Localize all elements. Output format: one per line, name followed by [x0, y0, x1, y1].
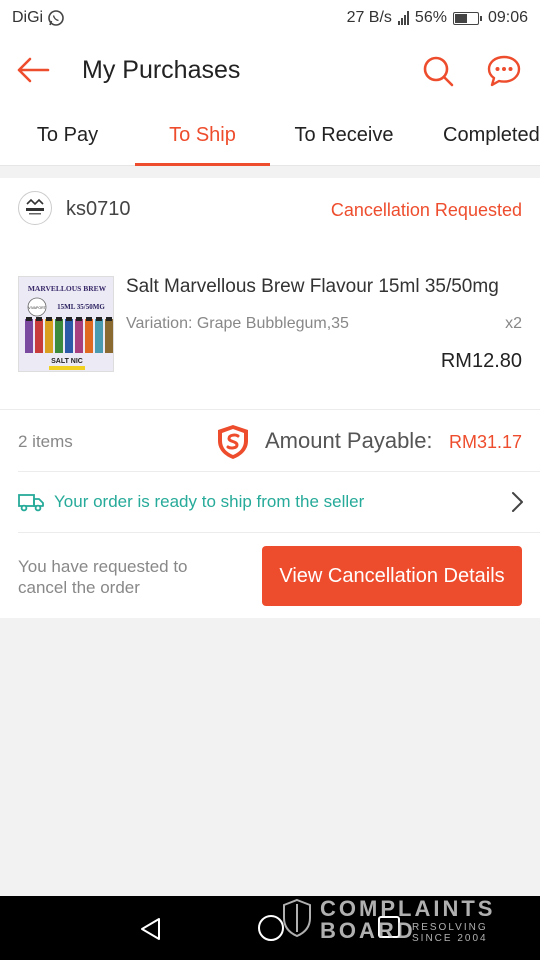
shop-logo-icon — [26, 198, 44, 215]
app-header: My Purchases — [0, 36, 540, 104]
carrier-label: DiGi — [12, 9, 44, 26]
signal-icon — [397, 11, 409, 25]
truck-icon — [18, 494, 44, 512]
product-image: MARVELLOUS BREW VIVAPORT 15ML 35/50MG SA… — [18, 276, 114, 372]
product-quantity: x2 — [505, 315, 522, 332]
shopee-guarantee-shield-icon — [218, 425, 248, 459]
page-title: My Purchases — [82, 56, 241, 84]
battery-percent: 56% — [414, 9, 447, 26]
search-icon — [423, 56, 454, 87]
shop-row[interactable]: ks0710 Cancellation Requested — [0, 178, 540, 242]
shipping-status-row[interactable]: Your order is ready to ship from the sel… — [0, 474, 540, 532]
whatsapp-icon — [48, 10, 64, 26]
search-button[interactable] — [418, 51, 458, 91]
chat-button[interactable] — [484, 51, 524, 91]
watermark-line2: BOARD — [320, 918, 416, 943]
chevron-right-icon — [512, 492, 523, 512]
watermark-line3: RESOLVING SINCE 2004 — [412, 922, 488, 944]
product-thumbnail-art: MARVELLOUS BREW VIVAPORT 15ML 35/50MG SA… — [19, 277, 113, 371]
back-button[interactable] — [14, 51, 52, 89]
arrow-left-icon — [17, 57, 50, 83]
active-tab-indicator — [135, 163, 270, 166]
items-count: 2 items — [18, 432, 73, 451]
status-bar: DiGi 27 B/s 56% 09:06 — [0, 0, 540, 36]
shipping-status-text: Your order is ready to ship from the sel… — [54, 492, 365, 511]
order-status: Cancellation Requested — [330, 200, 522, 220]
divider — [18, 471, 540, 472]
order-tabs: To Pay To Ship To Receive Completed — [0, 104, 540, 166]
product-name: Salt Marvellous Brew Flavour 15ml 35/50m… — [126, 276, 499, 297]
amount-payable-value: RM31.17 — [448, 432, 522, 452]
clock: 09:06 — [487, 9, 528, 26]
status-right: 27 B/s 56% 09:06 — [347, 9, 528, 27]
thumb-type: SALT NIC — [51, 358, 83, 365]
thumb-brand: MARVELLOUS BREW — [28, 284, 107, 293]
cancel-row: You have requested to cancel the order V… — [0, 534, 540, 614]
shop-name: ks0710 — [66, 198, 131, 220]
chat-icon — [487, 55, 521, 87]
tab-to-receive[interactable]: To Receive — [270, 104, 418, 166]
nav-home-icon[interactable] — [258, 915, 284, 941]
product-variation: Variation: Grape Bubblegum,35 — [126, 315, 349, 332]
thumb-size: 15ML 35/50MG — [57, 303, 105, 311]
product-row[interactable]: MARVELLOUS BREW VIVAPORT 15ML 35/50MG SA… — [0, 262, 540, 392]
watermark-shield-icon — [283, 898, 311, 938]
divider — [18, 532, 540, 533]
cancel-note: You have requested to cancel the order — [18, 557, 188, 597]
shop-logo — [18, 191, 52, 225]
view-cancellation-details-button[interactable]: View Cancellation Details — [262, 546, 522, 606]
status-left: DiGi — [12, 9, 65, 27]
product-price: RM12.80 — [440, 350, 522, 372]
battery-icon — [452, 11, 482, 25]
tab-completed[interactable]: Completed — [418, 104, 540, 166]
thumb-bottles — [25, 317, 113, 353]
tab-to-ship[interactable]: To Ship — [135, 104, 270, 166]
complaints-board-watermark: COMPLAINTS BOARD RESOLVING SINCE 2004 — [282, 896, 532, 946]
payable-row: 2 items Amount Payable: RM31.17 — [0, 410, 540, 472]
amount-payable-label: Amount Payable: — [265, 428, 433, 453]
nav-back-icon[interactable] — [138, 916, 164, 942]
order-card: ks0710 Cancellation Requested MARVELLOUS… — [0, 178, 540, 618]
tab-to-pay[interactable]: To Pay — [0, 104, 135, 166]
thumb-shop: VIVAPORT — [28, 306, 46, 310]
network-speed: 27 B/s — [346, 9, 392, 26]
